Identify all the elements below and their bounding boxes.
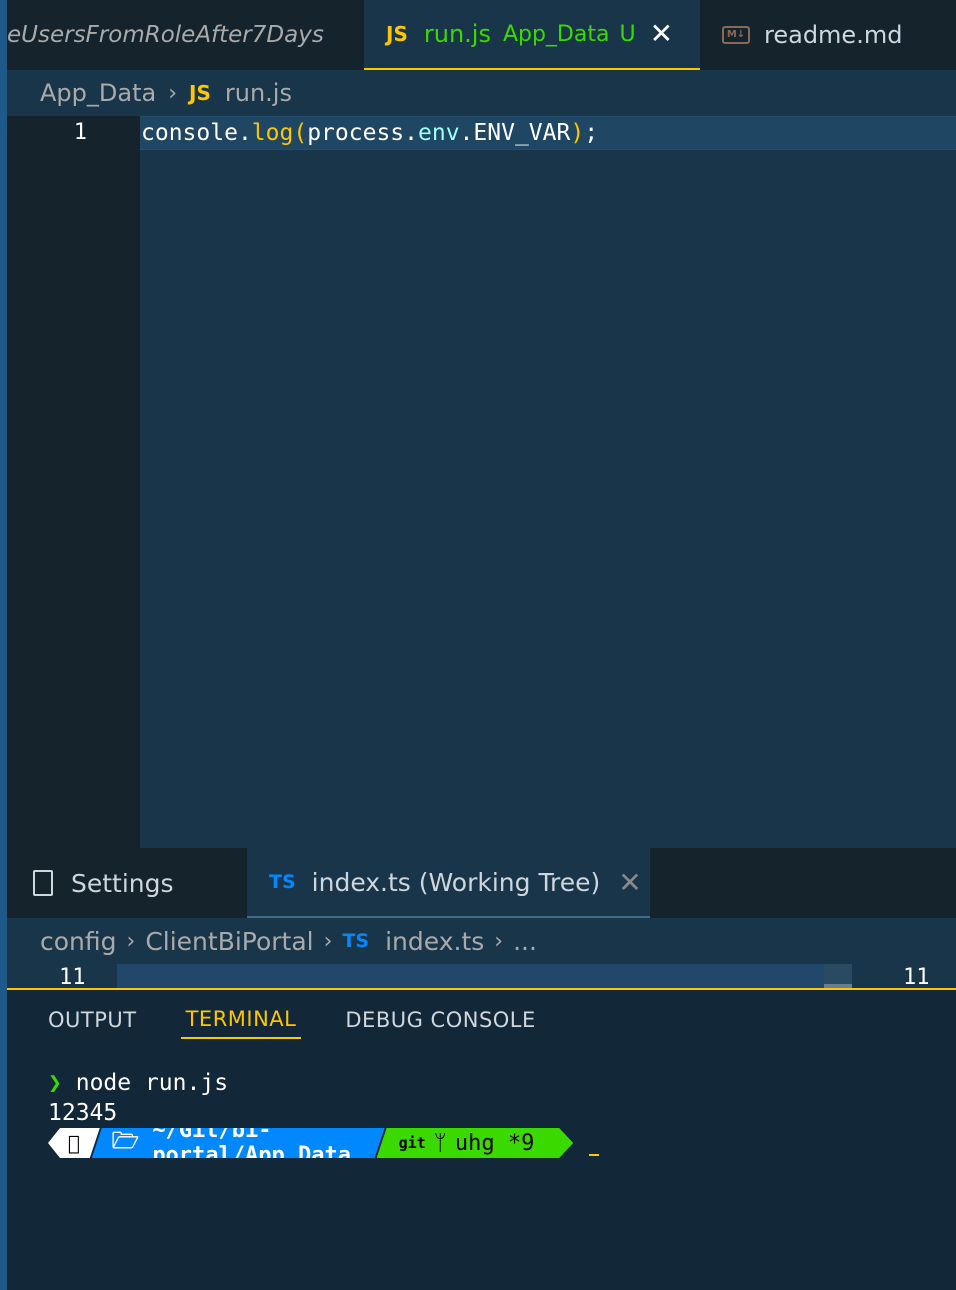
- shell-prompt:  🗁 ~/Git/bi-portal/App_Data git ᛘ uhg ↓…: [48, 1128, 599, 1158]
- branch-icon: ᛘ: [433, 1130, 447, 1156]
- chevron-right-icon: ›: [168, 80, 178, 106]
- token-dot: .: [237, 120, 252, 146]
- chevron-right-icon: ›: [494, 928, 504, 954]
- token-paren: (: [293, 120, 308, 146]
- prompt-arrow-icon: ❯: [48, 1070, 62, 1096]
- token-object: console: [141, 120, 238, 146]
- tab-terminal[interactable]: TERMINAL: [180, 1001, 302, 1039]
- terminal-command: node run.js: [75, 1070, 229, 1096]
- tab-settings[interactable]: Settings: [7, 848, 247, 918]
- chevron-right-icon: ›: [126, 928, 136, 954]
- breadcrumb: config › ClientBiPortal › TS index.ts › …: [7, 918, 956, 964]
- apple-icon: : [48, 1128, 100, 1158]
- tab-label: readme.md: [764, 21, 903, 49]
- ts-file-icon: TS: [269, 871, 296, 893]
- breadcrumb-more[interactable]: ...: [513, 927, 537, 956]
- js-file-icon: JS: [189, 81, 211, 105]
- js-file-icon: JS: [386, 22, 408, 46]
- terminal-command-line: ❯ node run.js: [48, 1068, 228, 1098]
- prompt-path-segment: 🗁 ~/Git/bi-portal/App_Data: [92, 1128, 385, 1158]
- activity-edge: [0, 0, 7, 1290]
- tab-debug-console[interactable]: DEBUG CONSOLE: [345, 1002, 535, 1038]
- close-icon[interactable]: ✕: [618, 866, 641, 899]
- code-line[interactable]: console.log(process.env.ENV_VAR);: [141, 116, 598, 150]
- chevron-right-icon: ›: [323, 928, 333, 954]
- breadcrumb-file[interactable]: index.ts: [385, 927, 484, 956]
- editor-tab-bar: Settings TS index.ts (Working Tree) ✕: [7, 848, 956, 918]
- tab-output[interactable]: OUTPUT: [48, 1002, 137, 1038]
- tab-readme[interactable]: M↓ readme.md: [700, 0, 956, 70]
- code-area[interactable]: console.log(process.env.ENV_VAR);: [140, 116, 956, 848]
- breadcrumb-folder[interactable]: App_Data: [40, 79, 156, 107]
- token-semicolon: ;: [584, 120, 599, 146]
- prompt-git-segment: git ᛘ uhg ↓5 *9 ?3: [377, 1128, 574, 1158]
- tab-run-js[interactable]: JS run.js App_Data U ✕: [364, 0, 700, 70]
- terminal-output: 12345: [48, 1100, 118, 1126]
- token-identifier: ENV_VAR: [473, 120, 571, 146]
- terminal-cursor: [589, 1154, 599, 1156]
- token-object: process: [307, 120, 405, 146]
- diff-scroll-marker: [824, 964, 852, 988]
- tab-label: index.ts (Working Tree): [311, 867, 601, 897]
- token-dot: .: [459, 120, 474, 146]
- ts-file-icon: TS: [342, 930, 370, 952]
- folder-icon: 🗁: [111, 1129, 153, 1154]
- breadcrumb: App_Data › JS run.js: [7, 70, 956, 116]
- breadcrumb-folder[interactable]: config: [40, 927, 117, 956]
- untracked-badge: U: [619, 21, 636, 47]
- breadcrumb-file[interactable]: run.js: [225, 79, 292, 107]
- close-icon[interactable]: ✕: [650, 20, 673, 48]
- tab-index-ts[interactable]: TS index.ts (Working Tree) ✕: [247, 848, 650, 918]
- tab-remove-users[interactable]: eUsersFromRoleAfter7Days: [7, 0, 364, 70]
- tab-label: eUsersFromRoleAfter7Days: [7, 22, 324, 48]
- tab-label: Settings: [71, 868, 174, 898]
- file-icon: [33, 870, 53, 896]
- tab-folder-hint: App_Data: [502, 21, 610, 47]
- terminal[interactable]: ❯ node run.js 12345  🗁 ~/Git/bi-portal/…: [48, 1068, 599, 1128]
- token-paren: ): [570, 120, 585, 146]
- token-dot: .: [404, 120, 418, 146]
- diff-view-row[interactable]: 11 11: [7, 964, 956, 990]
- token-function: log: [251, 120, 294, 146]
- git-status: ↓5 *9 ?3: [507, 1105, 535, 1181]
- token-property: env: [418, 120, 460, 146]
- breadcrumb-folder[interactable]: ClientBiPortal: [145, 927, 313, 956]
- bottom-panel: OUTPUT TERMINAL DEBUG CONSOLE ❯ node run…: [7, 988, 956, 1290]
- markdown-file-icon: M↓: [722, 26, 750, 44]
- git-label: git: [398, 1134, 426, 1152]
- editor-tab-bar: eUsersFromRoleAfter7Days JS run.js App_D…: [7, 0, 956, 70]
- diff-line: [117, 964, 852, 988]
- git-branch: uhg: [454, 1130, 495, 1156]
- line-number-gutter: 1: [7, 116, 140, 848]
- panel-tab-bar: OUTPUT TERMINAL DEBUG CONSOLE: [7, 990, 956, 1050]
- secondary-editor-group: Settings TS index.ts (Working Tree) ✕ co…: [7, 848, 956, 990]
- tab-label: run.js: [423, 20, 491, 48]
- code-editor[interactable]: App_Data › JS run.js 1 console.log(proce…: [7, 70, 956, 848]
- line-number: 1: [73, 120, 87, 145]
